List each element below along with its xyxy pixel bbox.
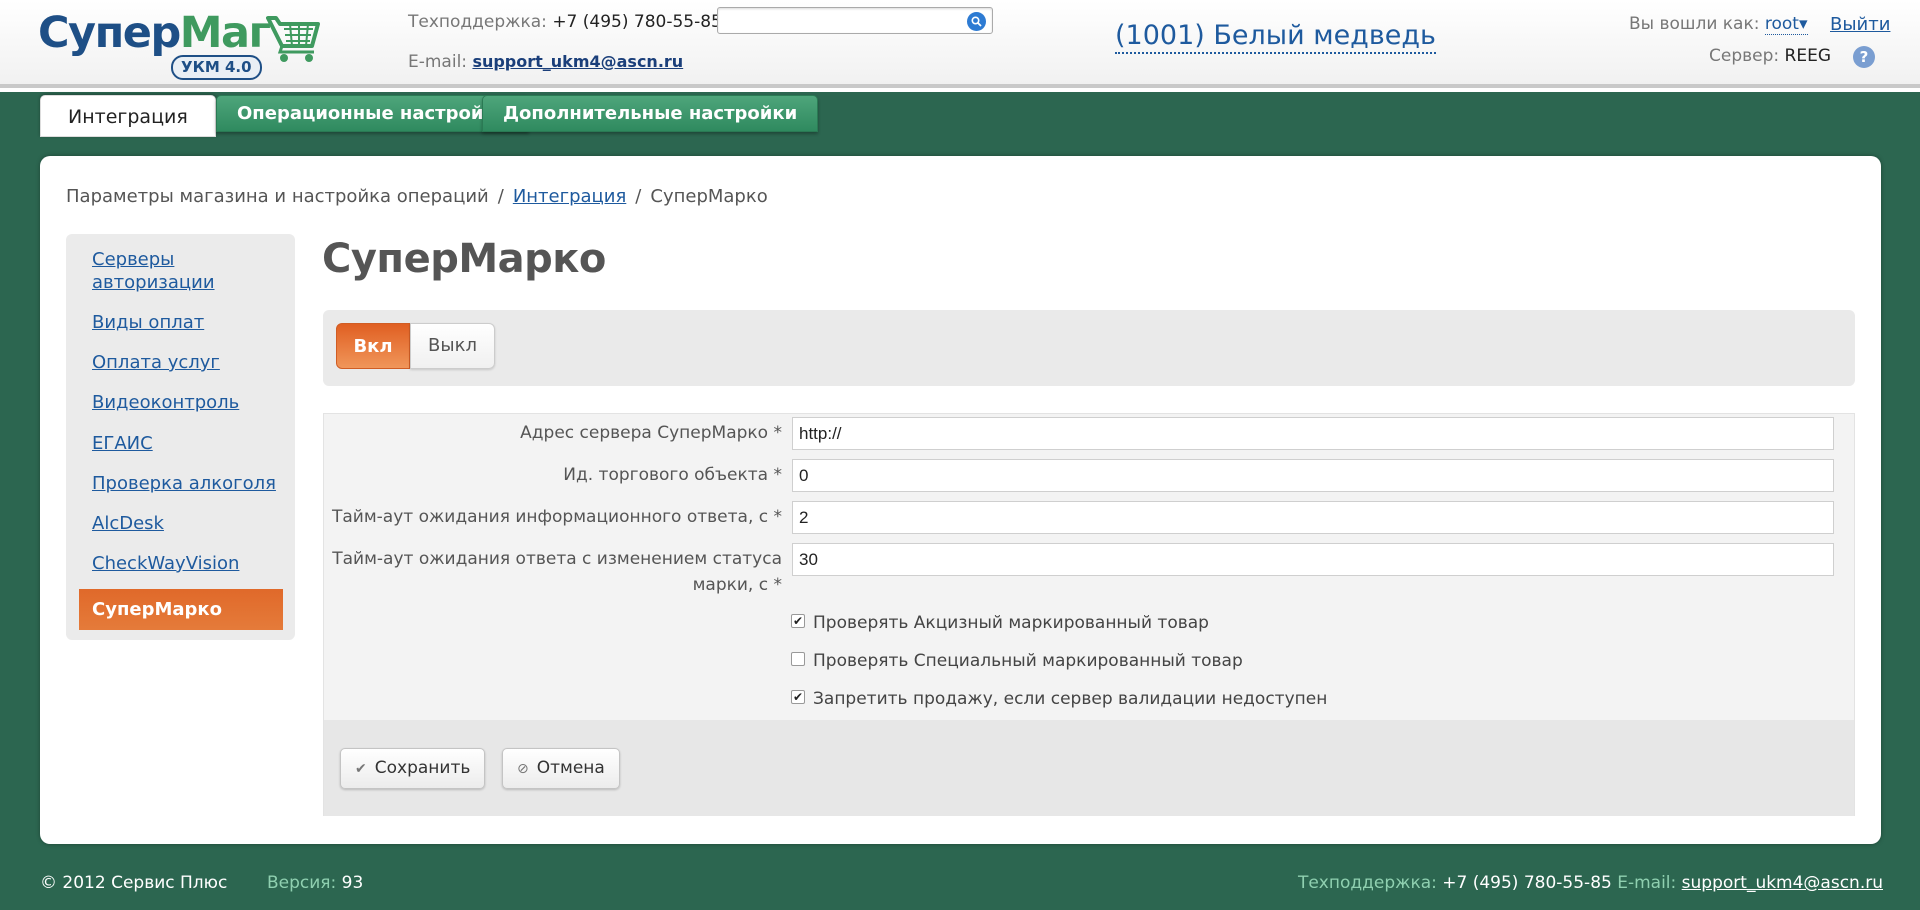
- sidebar-item-alcdesk[interactable]: AlcDesk: [92, 512, 282, 535]
- tab-additional-settings[interactable]: Дополнительные настройки: [482, 95, 819, 132]
- store-id-label: Ид. торгового объекта *: [563, 465, 782, 485]
- breadcrumb-root: Параметры магазина и настройка операций: [66, 186, 489, 207]
- toggle-off-button[interactable]: Выкл: [410, 323, 495, 369]
- server-name: REEG: [1784, 46, 1831, 66]
- footer-support-label: Техподдержка:: [1297, 873, 1437, 893]
- server-address-label: Адрес сервера СуперМарко *: [520, 423, 782, 443]
- server-info: Сервер: REEG: [1709, 46, 1831, 66]
- info-timeout-label: Тайм-аут ожидания информационного ответа…: [332, 507, 783, 527]
- check-special-row[interactable]: Проверять Специальный маркированный това…: [791, 650, 1243, 672]
- toggle-on-button[interactable]: Вкл: [336, 323, 410, 369]
- login-info: Вы вошли как: root▾: [1629, 14, 1808, 35]
- app-header: СуперМаг УКМ 4.0 Техподдержка: +7 (495) …: [0, 0, 1920, 92]
- enable-toggle-bar: Вкл Выкл: [323, 310, 1855, 386]
- info-timeout-input[interactable]: [793, 502, 1833, 533]
- email-label: E-mail:: [408, 52, 468, 72]
- logo-word-a: Супер: [38, 8, 181, 58]
- search-box: [717, 7, 993, 34]
- checkmark-icon: ✔: [355, 761, 367, 777]
- logo[interactable]: СуперМаг УКМ 4.0: [38, 8, 320, 80]
- chevron-down-icon: ▾: [1798, 14, 1808, 34]
- cancel-button-label: Отмена: [536, 758, 605, 778]
- version-label: Версия:: [267, 873, 337, 893]
- footer-email-link[interactable]: support_ukm4@ascn.ru: [1682, 873, 1883, 893]
- cancel-button[interactable]: ⊘ Отмена: [502, 748, 620, 789]
- footer-support-phone: +7 (495) 780-55-85: [1442, 873, 1612, 893]
- forbid-sale-label: Запретить продажу, если сервер валидации…: [813, 689, 1328, 709]
- logo-word-b: Маг: [179, 8, 271, 58]
- breadcrumb-current: СуперМарко: [650, 186, 768, 207]
- help-icon[interactable]: ?: [1853, 46, 1875, 68]
- header-email: E-mail: support_ukm4@ascn.ru: [408, 52, 683, 72]
- sidebar-item-supermarko[interactable]: СуперМарко: [79, 589, 283, 630]
- check-special-label: Проверять Специальный маркированный това…: [813, 651, 1243, 671]
- server-label: Сервер:: [1709, 46, 1780, 66]
- user-menu[interactable]: root▾: [1764, 14, 1808, 35]
- save-button-label: Сохранить: [374, 758, 471, 778]
- breadcrumb-integration-link[interactable]: Интеграция: [513, 186, 626, 207]
- store-id-input[interactable]: [793, 460, 1833, 491]
- check-special-checkbox[interactable]: [791, 652, 805, 666]
- sidebar-item-alcohol-check[interactable]: Проверка алкоголя: [92, 472, 282, 495]
- copyright: © 2012 Сервис Плюс: [40, 873, 228, 893]
- breadcrumb-separator: /: [497, 186, 504, 207]
- search-button[interactable]: [967, 12, 986, 31]
- support-label: Техподдержка:: [408, 12, 547, 32]
- check-excise-label: Проверять Акцизный маркированный товар: [813, 613, 1209, 633]
- breadcrumb-separator: /: [635, 186, 642, 207]
- forbid-sale-row[interactable]: ✔ Запретить продажу, если сервер валидаци…: [791, 688, 1327, 710]
- footer-email-label: E-mail:: [1617, 873, 1677, 893]
- footer-support: Техподдержка: +7 (495) 780-55-85 E-mail:…: [1298, 873, 1883, 893]
- support-email-link[interactable]: support_ukm4@ascn.ru: [472, 52, 683, 71]
- sidebar-item-payment-types[interactable]: Виды оплат: [92, 311, 282, 334]
- forbid-sale-checkbox[interactable]: ✔: [791, 690, 805, 704]
- footer: © 2012 Сервис Плюс Версия: 93 Техподдерж…: [0, 864, 1920, 904]
- server-address-field: [792, 417, 1834, 450]
- save-button[interactable]: ✔ Сохранить: [340, 748, 486, 789]
- form-actions: ✔ Сохранить ⊘ Отмена: [324, 720, 1854, 816]
- store-id-field: [792, 459, 1834, 492]
- check-excise-checkbox[interactable]: ✔: [791, 614, 805, 628]
- breadcrumb: Параметры магазина и настройка операций /…: [66, 186, 768, 207]
- server-address-input[interactable]: [793, 418, 1833, 449]
- sidebar-item-video-control[interactable]: Видеоконтроль: [92, 391, 282, 414]
- version-number: 93: [341, 873, 364, 893]
- store-selector[interactable]: (1001) Белый медведь: [1115, 20, 1436, 54]
- status-timeout-input[interactable]: [793, 544, 1833, 575]
- sidebar: Серверы авторизации Виды оплат Оплата ус…: [66, 234, 295, 640]
- tab-integration[interactable]: Интеграция: [40, 95, 216, 137]
- status-timeout-field: [792, 543, 1834, 576]
- sidebar-item-service-payment[interactable]: Оплата услуг: [92, 351, 282, 374]
- page-title: СуперМарко: [322, 236, 606, 282]
- logo-version-badge: УКМ 4.0: [171, 55, 262, 80]
- shopping-cart-icon: [266, 16, 320, 62]
- cancel-icon: ⊘: [517, 761, 529, 777]
- logout-link[interactable]: Выйти: [1830, 14, 1890, 35]
- login-label: Вы вошли как:: [1629, 14, 1760, 34]
- info-timeout-field: [792, 501, 1834, 534]
- check-excise-row[interactable]: ✔ Проверять Акцизный маркированный товар: [791, 612, 1209, 634]
- logo-wordmark: СуперМаг: [38, 8, 271, 58]
- search-icon: [971, 16, 982, 27]
- search-input[interactable]: [718, 8, 958, 33]
- settings-form: Адрес сервера СуперМарко * Ид. торгового…: [323, 413, 1855, 816]
- version-info: Версия: 93: [267, 873, 363, 893]
- header-support: Техподдержка: +7 (495) 780-55-85: [408, 12, 722, 32]
- user-name: root: [1764, 14, 1799, 34]
- support-phone: +7 (495) 780-55-85: [552, 12, 722, 32]
- content-panel: Параметры магазина и настройка операций /…: [40, 156, 1881, 844]
- sidebar-item-checkwayvision[interactable]: CheckWayVision: [92, 552, 282, 575]
- status-timeout-label: Тайм-аут ожидания ответа с изменением ст…: [332, 549, 782, 595]
- sidebar-item-auth-servers[interactable]: Серверы авторизации: [92, 248, 282, 294]
- sidebar-item-egais[interactable]: ЕГАИС: [92, 432, 282, 455]
